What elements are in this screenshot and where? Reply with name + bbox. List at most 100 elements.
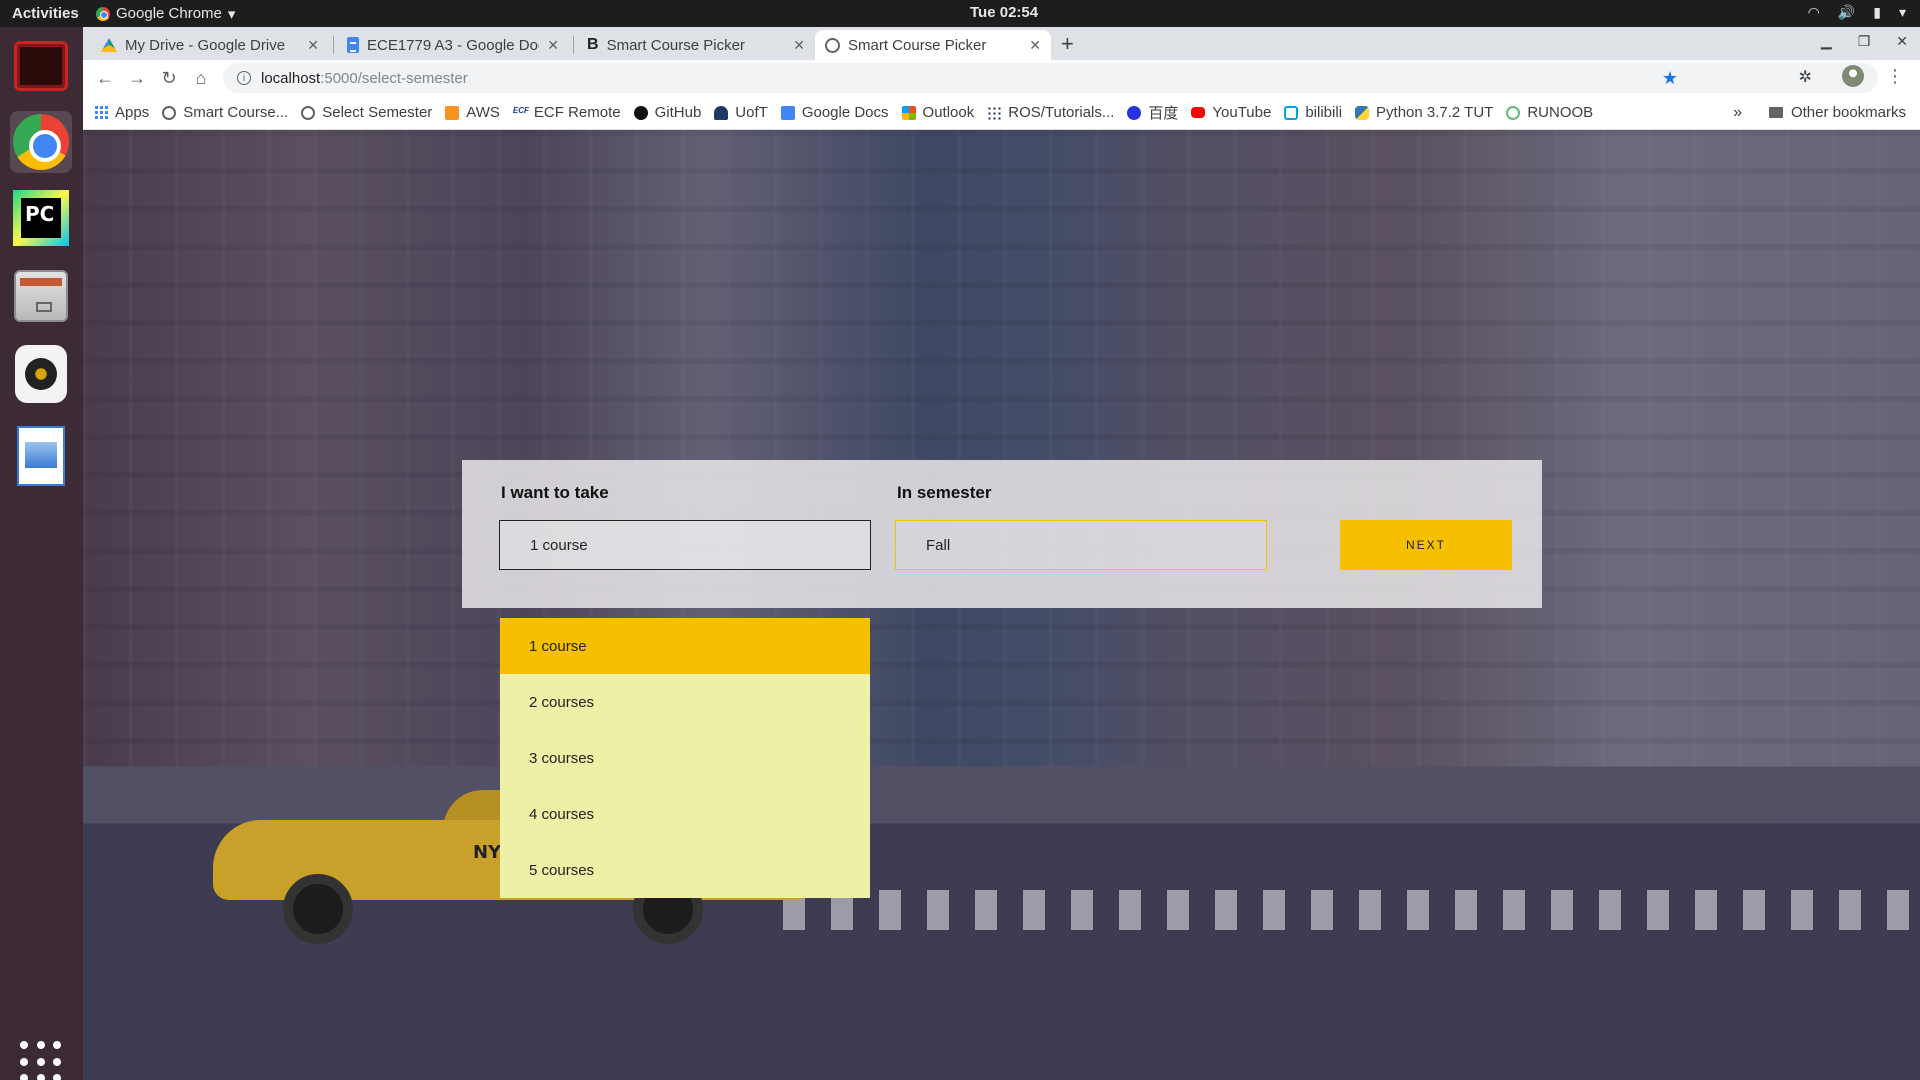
bookmark-bilibili[interactable]: bilibili	[1284, 104, 1342, 121]
restore-icon[interactable]: ❐	[1858, 33, 1871, 50]
activities-button[interactable]: Activities	[0, 5, 96, 22]
reload-icon[interactable]: ↻	[153, 68, 185, 89]
take-label: I want to take	[501, 483, 609, 502]
bookmark-outlook[interactable]: Outlook	[901, 104, 975, 121]
dock-terminal[interactable]	[10, 35, 72, 97]
google-drive-icon	[101, 38, 117, 52]
tab-title: Smart Course Picker	[848, 36, 987, 54]
terminal-icon	[14, 41, 68, 91]
tab-title: Smart Course Picker	[606, 36, 745, 54]
chrome-window: My Drive - Google Drive ✕ ECE1779 A3 - G…	[83, 27, 1920, 1080]
home-icon[interactable]: ⌂	[185, 68, 217, 89]
system-tray[interactable]: ◠ 🔊 ▮ ▾	[1808, 4, 1906, 21]
runoob-icon	[1506, 105, 1521, 120]
forward-icon[interactable]: →	[121, 68, 153, 89]
tab-separator	[333, 36, 334, 54]
dropdown-option[interactable]: 5 courses	[500, 842, 870, 898]
bookmark-label: Outlook	[922, 104, 975, 121]
tab-google-docs[interactable]: ECE1779 A3 - Google Docs ✕	[337, 30, 569, 60]
ecf-icon: ECF	[512, 105, 529, 120]
dropdown-option[interactable]: 2 courses	[500, 674, 870, 730]
image-viewer-icon	[17, 426, 65, 486]
app-menu-label: Google Chrome	[116, 5, 222, 22]
folder-icon	[1768, 107, 1783, 118]
aws-icon	[445, 105, 460, 120]
dropdown-option[interactable]: 3 courses	[500, 730, 870, 786]
bookmark-apps[interactable]: Apps	[95, 104, 149, 121]
dropdown-option[interactable]: 4 courses	[500, 786, 870, 842]
outlook-icon	[901, 105, 916, 120]
close-icon[interactable]: ✕	[307, 37, 319, 54]
bookmark-aws[interactable]: AWS	[445, 104, 500, 121]
tab-strip: My Drive - Google Drive ✕ ECE1779 A3 - G…	[83, 27, 1920, 60]
globe-icon	[825, 37, 840, 53]
back-icon[interactable]: ←	[89, 68, 121, 89]
minimize-icon[interactable]: ▁	[1821, 33, 1832, 50]
bookmark-label: bilibili	[1305, 104, 1343, 121]
ros-icon	[987, 105, 1002, 120]
bookmark-label: Select Semester	[322, 104, 433, 121]
info-icon[interactable]: i	[237, 71, 251, 85]
bookmark-label: GitHub	[654, 104, 702, 121]
semester-select[interactable]: Fall	[895, 520, 1267, 570]
bookmark-smart-course[interactable]: Smart Course...	[162, 104, 288, 121]
bookmark-label: Google Docs	[801, 104, 889, 121]
files-icon	[14, 270, 68, 322]
dock-files[interactable]	[10, 265, 72, 327]
bookmark-star-icon[interactable]: ★	[1662, 68, 1678, 89]
tab-google-drive[interactable]: My Drive - Google Drive ✕	[91, 30, 329, 60]
close-icon[interactable]: ✕	[547, 37, 559, 54]
course-count-dropdown: 1 course 2 courses 3 courses 4 courses 5 cou…	[500, 618, 870, 898]
bookmark-google-docs[interactable]: Google Docs	[780, 104, 889, 121]
tab-title: ECE1779 A3 - Google Docs	[367, 36, 540, 54]
bookmark-label: ROS/Tutorials...	[1008, 104, 1115, 121]
bookmark-python[interactable]: Python 3.7.2 TUT	[1355, 104, 1493, 121]
more-menu-icon[interactable]: ⋮	[1886, 66, 1904, 87]
tab-smart-course-picker-active[interactable]: Smart Course Picker ✕	[815, 30, 1051, 60]
bookmark-runoob[interactable]: RUNOOB	[1506, 104, 1593, 121]
extension-icon[interactable]: ✲	[1799, 67, 1812, 87]
bookmark-uoft[interactable]: UofT	[714, 104, 768, 121]
dropdown-option[interactable]: 1 course	[500, 618, 870, 674]
close-icon[interactable]: ✕	[793, 37, 805, 54]
dock-rhythmbox[interactable]	[10, 343, 72, 405]
tab-smart-course-picker-b[interactable]: B Smart Course Picker ✕	[577, 30, 815, 60]
bookmark-select-semester[interactable]: Select Semester	[301, 104, 432, 121]
bookmark-label: 百度	[1148, 105, 1179, 122]
bookmarks-bar: Apps Smart Course... Select Semester AWS…	[83, 96, 1920, 130]
dock-pycharm[interactable]: PC	[10, 187, 72, 249]
course-count-select[interactable]: 1 course	[499, 520, 871, 570]
bookmark-baidu[interactable]: 百度	[1127, 102, 1178, 123]
url-host: localhost	[261, 69, 321, 87]
window-controls: ▁ ❐ ✕	[1821, 33, 1908, 50]
google-docs-icon	[347, 37, 359, 53]
dock-chrome[interactable]	[10, 111, 72, 173]
other-bookmarks-folder[interactable]: Other bookmarks	[1768, 104, 1906, 121]
clock[interactable]: Tue 02:54	[970, 4, 1038, 21]
address-bar[interactable]: i localhost:5000/select-semester ★	[223, 63, 1878, 93]
bookmarks-overflow-button[interactable]: »	[1733, 104, 1742, 122]
bookmark-label: RUNOOB	[1527, 104, 1594, 121]
show-applications-icon[interactable]	[20, 1041, 64, 1080]
bookmark-label: UofT	[735, 104, 768, 121]
globe-icon	[162, 105, 177, 120]
bookmark-youtube[interactable]: YouTube	[1191, 104, 1271, 121]
close-icon[interactable]: ✕	[1029, 37, 1041, 54]
bookmark-label: YouTube	[1212, 104, 1272, 121]
bookmark-ecf-remote[interactable]: ECF ECF Remote	[512, 104, 621, 121]
new-tab-button[interactable]: +	[1061, 31, 1074, 57]
background-crosswalk	[783, 890, 1920, 930]
close-icon[interactable]: ✕	[1896, 33, 1908, 50]
github-icon	[633, 105, 648, 120]
bookmark-github[interactable]: GitHub	[633, 104, 702, 121]
profile-avatar-icon[interactable]	[1842, 65, 1864, 87]
app-menu[interactable]: Google Chrome ▾	[96, 5, 235, 23]
pycharm-icon: PC	[13, 190, 69, 246]
select-semester-form: I want to take In semester 1 course Fall…	[462, 460, 1542, 608]
bookmark-ros-tutorials[interactable]: ROS/Tutorials...	[987, 104, 1114, 121]
dock-image-viewer[interactable]	[10, 425, 72, 487]
battery-icon: ▮	[1873, 4, 1881, 20]
globe-icon	[301, 105, 316, 120]
next-button[interactable]: NEXT	[1340, 520, 1512, 570]
youtube-icon	[1191, 107, 1206, 118]
